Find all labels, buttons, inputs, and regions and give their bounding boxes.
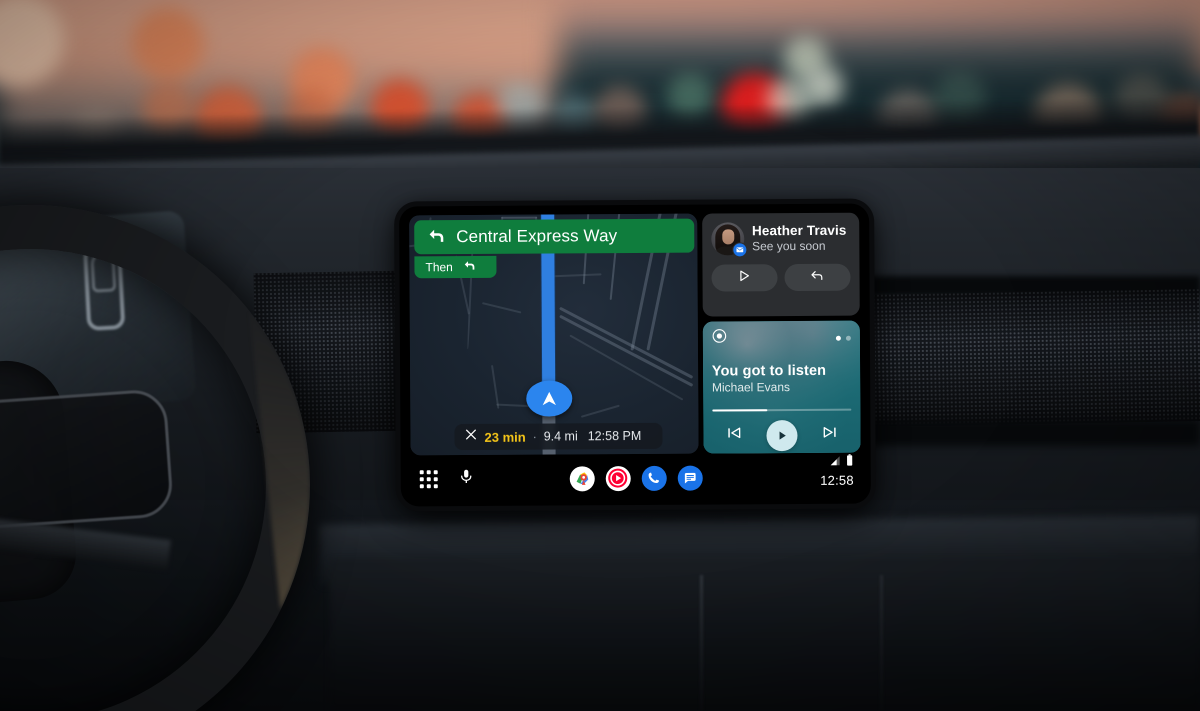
navigation-street-name: Central Express Way <box>456 226 618 247</box>
console-seam-secondary <box>880 575 883 711</box>
media-top-row <box>712 328 851 349</box>
map-road <box>501 216 538 219</box>
reply-arrow-icon <box>809 267 826 287</box>
turn-left-arrow-icon <box>425 225 447 250</box>
status-icons <box>829 454 854 472</box>
media-progress-fill <box>712 409 768 412</box>
eta-arrival-time: 12:58 PM <box>587 428 642 444</box>
microphone-icon[interactable] <box>458 467 475 491</box>
media-transport-controls <box>703 417 860 454</box>
car-dashboard-scene: Central Express Way Then 23 min · 9.4 mi… <box>0 0 1200 711</box>
navigation-banner: Central Express Way <box>414 218 695 255</box>
skip-previous-icon[interactable] <box>725 424 742 446</box>
eta-separator: · <box>532 429 537 444</box>
maps-app-icon[interactable] <box>569 465 595 491</box>
play-outline-icon <box>737 268 752 288</box>
skip-next-icon[interactable] <box>821 424 838 446</box>
then-label: Then <box>425 260 453 275</box>
apps-grid-icon[interactable] <box>419 470 438 489</box>
android-auto-screen: Central Express Way Then 23 min · 9.4 mi… <box>404 208 866 502</box>
messages-badge-icon <box>732 242 748 258</box>
eta-duration: 23 min <box>484 429 526 445</box>
message-sender-name: Heather Travis <box>751 222 847 239</box>
navigation-chevron-icon <box>526 380 573 417</box>
media-play-button[interactable] <box>766 419 798 451</box>
youtube-music-icon <box>712 328 727 348</box>
message-actions <box>711 263 851 292</box>
message-notification-card[interactable]: Heather Travis See you soon <box>701 212 860 317</box>
message-reply-button[interactable] <box>784 263 851 292</box>
taskbar: 12:58 <box>405 454 866 502</box>
taskbar-left <box>406 467 475 491</box>
message-play-button[interactable] <box>711 264 778 292</box>
page-indicator-dots <box>835 335 851 341</box>
grille-shadow-bottom <box>868 420 1200 446</box>
cell-signal-icon <box>829 454 842 472</box>
avatar-face-skin <box>722 229 735 245</box>
contact-avatar <box>710 222 748 258</box>
media-artist-name: Michael Evans <box>711 380 791 395</box>
steering-wheel-control-pad <box>0 388 175 532</box>
content-area: Central Express Way Then 23 min · 9.4 mi… <box>404 209 865 458</box>
map-panel[interactable]: Central Express Way Then 23 min · 9.4 mi… <box>409 213 699 456</box>
close-icon[interactable] <box>464 428 477 446</box>
battery-icon <box>846 454 854 472</box>
messages-app-icon[interactable] <box>677 465 703 491</box>
taskbar-clock: 12:58 <box>820 472 854 488</box>
speaker-grille-right <box>868 289 1200 427</box>
phone-app-icon[interactable] <box>641 465 667 491</box>
center-console <box>330 560 1200 710</box>
right-card-column: Heather Travis See you soon You got to l… <box>701 212 861 456</box>
message-header: Heather Travis See you soon <box>710 222 850 258</box>
page-dot <box>845 335 851 341</box>
turn-left-arrow-icon <box>462 257 478 276</box>
bokeh-light <box>804 66 844 106</box>
navigation-then-chip: Then <box>414 255 497 279</box>
message-text-block: Heather Travis See you soon <box>752 222 847 254</box>
message-preview: See you soon <box>752 238 826 254</box>
taskbar-status-area: 12:58 <box>792 454 854 488</box>
console-seam <box>700 575 703 711</box>
page-dot-active <box>835 335 841 341</box>
eta-distance: 9.4 mi <box>543 429 578 444</box>
media-player-card[interactable]: You got to listen Michael Evans <box>702 320 861 454</box>
youtube-music-app-icon[interactable] <box>605 465 631 491</box>
eta-bar[interactable]: 23 min · 9.4 mi 12:58 PM <box>454 422 663 451</box>
bokeh-light <box>132 8 204 80</box>
media-track-title: You got to listen <box>711 362 827 380</box>
head-unit-display: Central Express Way Then 23 min · 9.4 mi… <box>399 203 871 507</box>
